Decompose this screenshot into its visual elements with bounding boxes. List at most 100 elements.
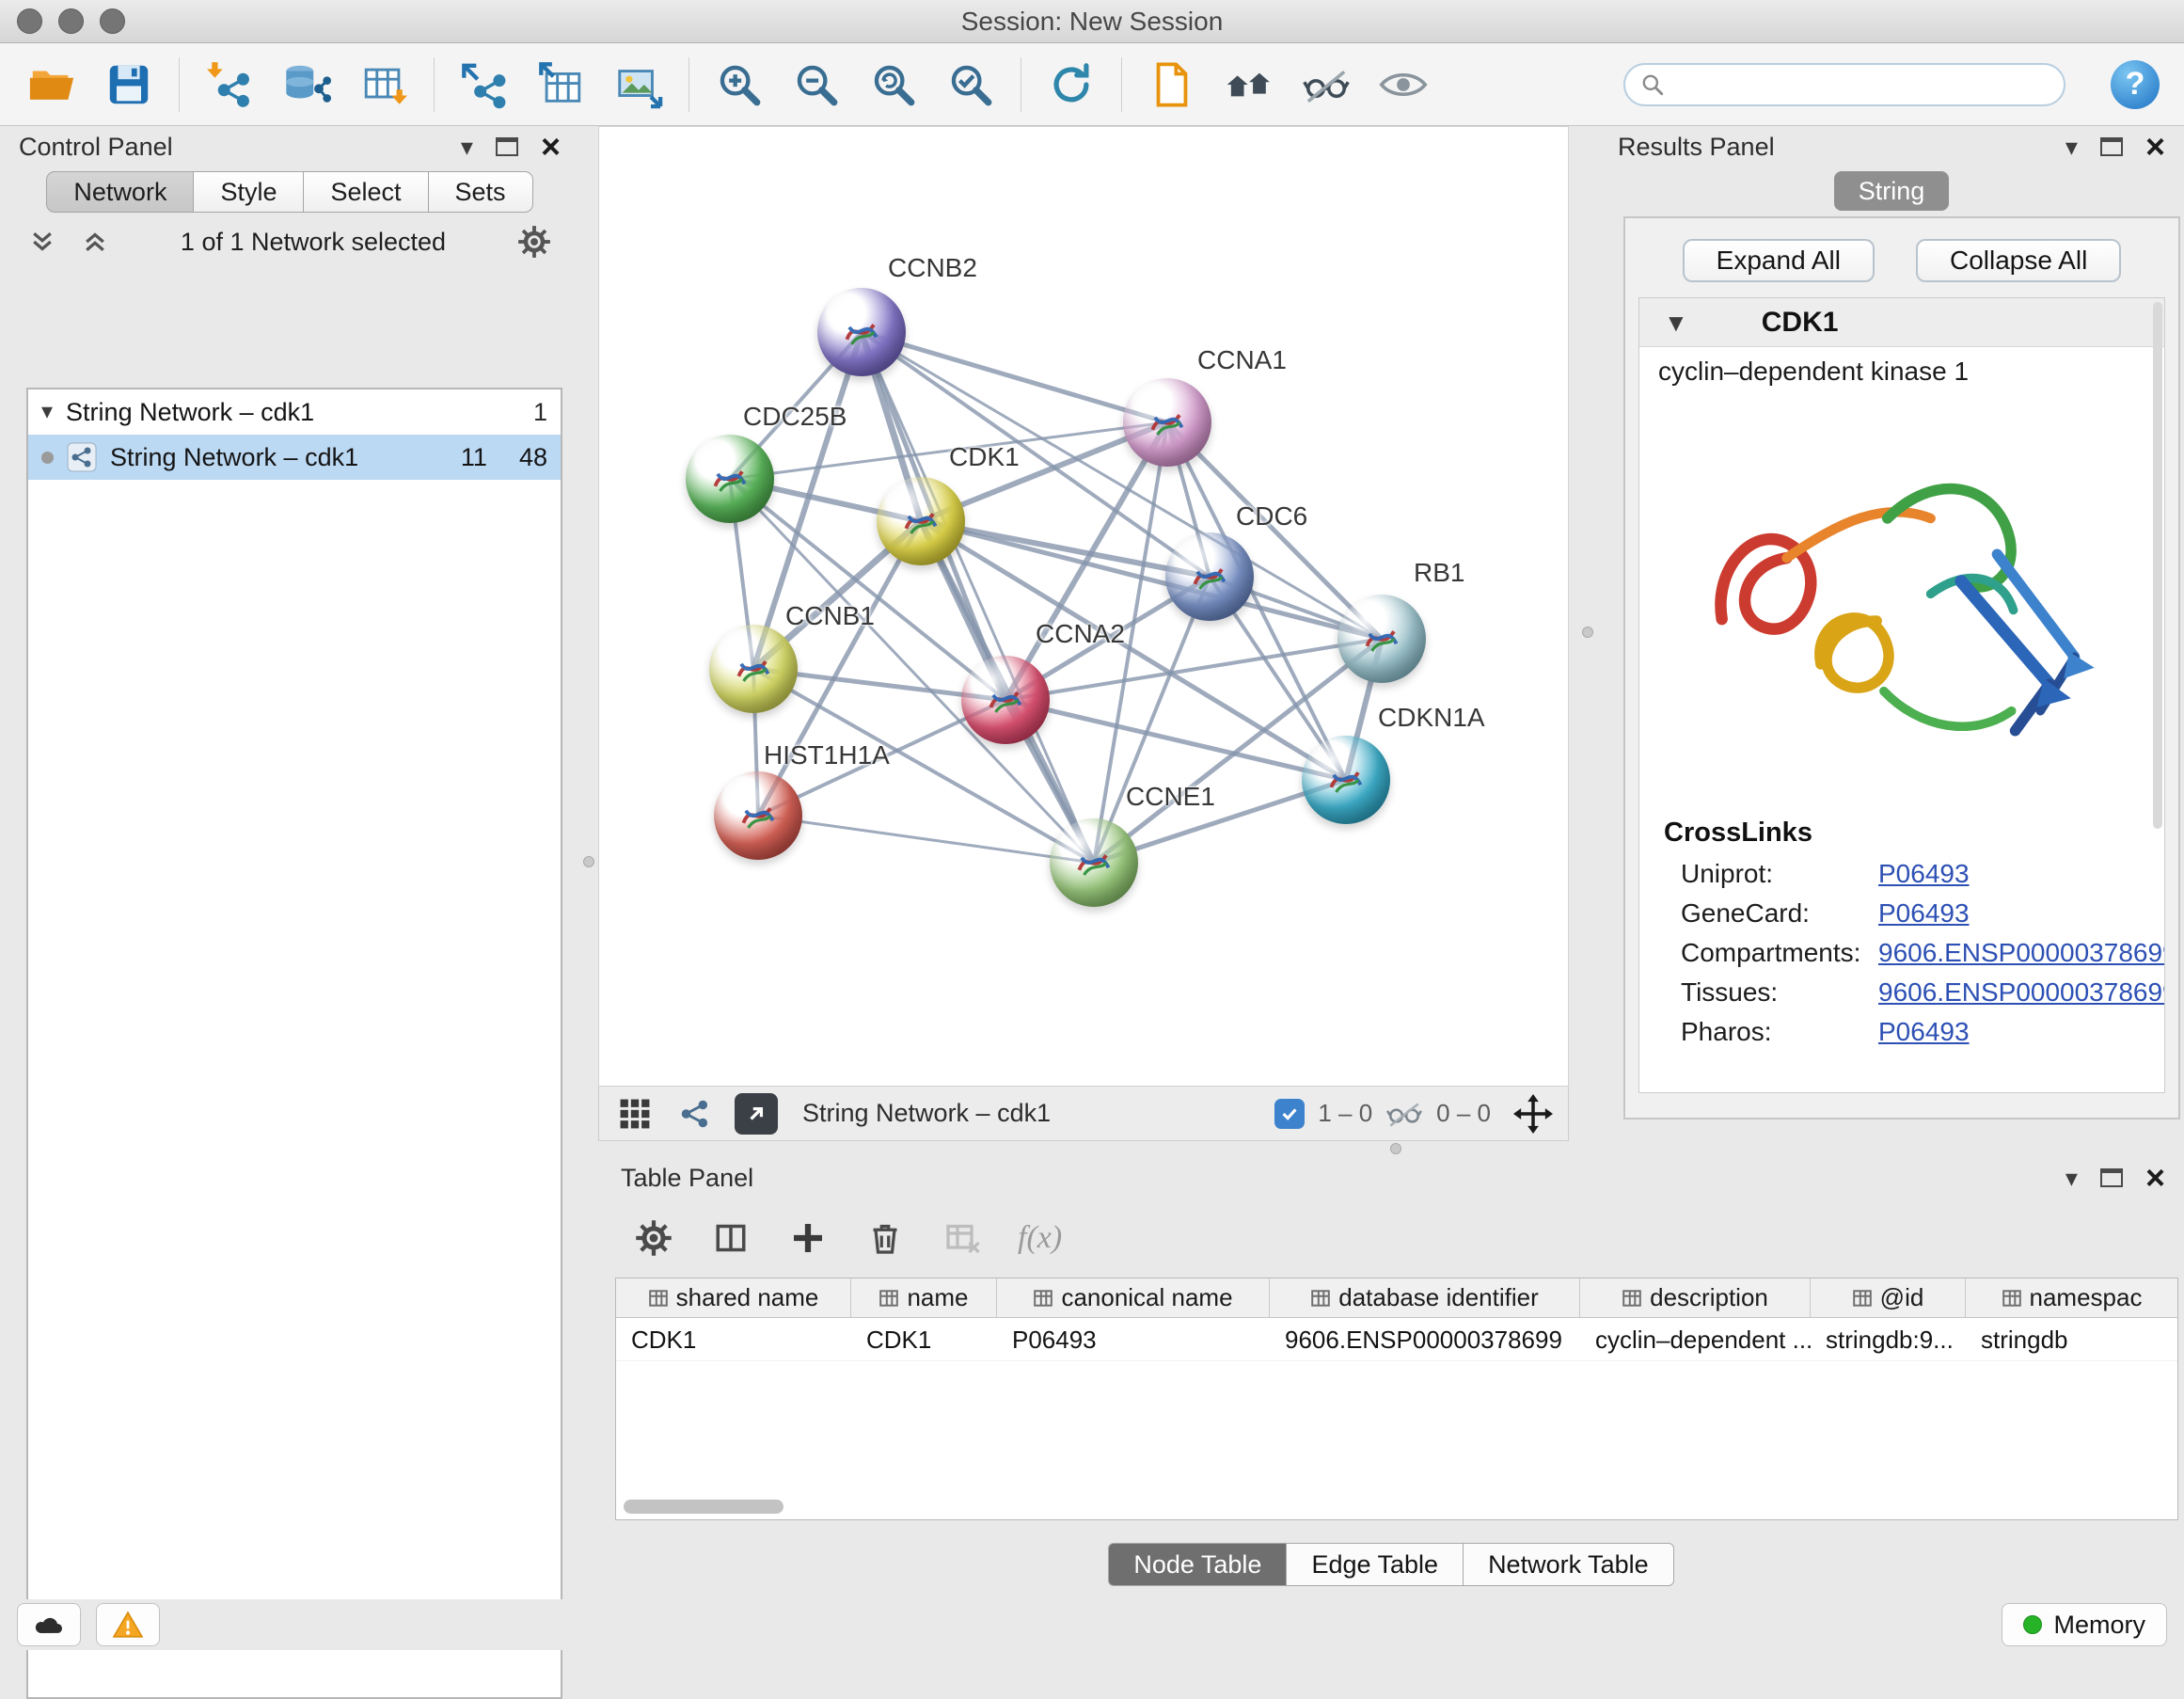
hidden-count: 0 – 0 xyxy=(1436,1099,1491,1128)
import-network-file-button[interactable] xyxy=(202,57,257,112)
horizontal-splitter-handle[interactable] xyxy=(1390,1143,1401,1154)
column-header-canonical-name[interactable]: canonical name xyxy=(997,1278,1270,1317)
save-session-button[interactable] xyxy=(102,57,156,112)
network-row[interactable]: String Network – cdk1 11 48 xyxy=(28,435,561,480)
network-node-CCNB1[interactable] xyxy=(709,625,798,713)
network-node-RB1[interactable] xyxy=(1337,595,1426,683)
refresh-view-button[interactable] xyxy=(1044,57,1099,112)
show-columns-button[interactable] xyxy=(709,1216,752,1260)
help-button[interactable]: ? xyxy=(2111,60,2160,109)
show-eye-button[interactable] xyxy=(1376,57,1431,112)
string-style-button[interactable] xyxy=(674,1093,716,1135)
tab-network-table[interactable]: Network Table xyxy=(1464,1543,1674,1586)
pan-crosshair-icon[interactable] xyxy=(1513,1094,1553,1134)
search-input[interactable] xyxy=(1674,70,2049,99)
delete-column-button[interactable] xyxy=(863,1216,907,1260)
import-table-button[interactable] xyxy=(356,57,411,112)
cloud-status-button[interactable] xyxy=(17,1603,81,1646)
close-window-button[interactable] xyxy=(17,8,42,34)
column-header-namespace[interactable]: namespac xyxy=(1966,1278,2177,1317)
protein-thumbnail xyxy=(981,675,1030,724)
zoom-fit-button[interactable] xyxy=(866,57,921,112)
hidden-glasses-icon[interactable] xyxy=(1385,1100,1423,1128)
control-panel-title: Control Panel xyxy=(19,133,173,162)
column-header-description[interactable]: description xyxy=(1580,1278,1811,1317)
export-table-icon xyxy=(537,60,586,109)
vertical-splitter-handle[interactable] xyxy=(1582,627,1593,638)
gene-expander-icon[interactable]: ▼ xyxy=(1664,310,1688,335)
annotation-document-button[interactable] xyxy=(1145,57,1199,112)
export-image-button[interactable] xyxy=(611,57,666,112)
network-node-HIST1H1A[interactable] xyxy=(714,771,802,860)
add-column-button[interactable] xyxy=(786,1216,830,1260)
zoom-selected-button[interactable] xyxy=(943,57,998,112)
warnings-button[interactable] xyxy=(96,1603,160,1646)
tab-string[interactable]: String xyxy=(1834,171,1950,211)
horizontal-scrollbar[interactable] xyxy=(624,1500,783,1514)
network-node-CDC25B[interactable] xyxy=(686,435,774,523)
zoom-out-button[interactable] xyxy=(789,57,844,112)
panel-menu-icon[interactable]: ▾ xyxy=(2065,1166,2078,1190)
function-builder-button[interactable]: f(x) xyxy=(1018,1220,1062,1256)
export-view-button[interactable] xyxy=(735,1093,778,1135)
tab-edge-table[interactable]: Edge Table xyxy=(1287,1543,1464,1586)
network-node-CCNB2[interactable] xyxy=(817,288,906,376)
import-network-database-button[interactable] xyxy=(279,57,334,112)
float-panel-icon[interactable] xyxy=(496,137,518,156)
network-node-CCNA1[interactable] xyxy=(1123,378,1211,467)
crosslink-uniprot-link[interactable]: P06493 xyxy=(1878,859,1970,889)
panel-menu-icon[interactable]: ▾ xyxy=(2065,135,2078,159)
column-header-name[interactable]: name xyxy=(851,1278,997,1317)
tab-node-table[interactable]: Node Table xyxy=(1108,1543,1287,1586)
tree-expander-icon[interactable]: ▾ xyxy=(41,401,53,423)
collapse-all-icon[interactable] xyxy=(28,228,56,256)
network-node-CDC6[interactable] xyxy=(1165,532,1254,621)
column-header-shared-name[interactable]: shared name xyxy=(616,1278,851,1317)
network-node-CCNA2[interactable] xyxy=(961,656,1050,744)
zoom-window-button[interactable] xyxy=(100,8,125,34)
table-row[interactable]: CDK1 CDK1 P06493 9606.ENSP00000378699 cy… xyxy=(616,1318,2177,1361)
table-panel-title: Table Panel xyxy=(621,1164,753,1193)
table-settings-button[interactable] xyxy=(632,1216,675,1260)
network-node-CDKN1A[interactable] xyxy=(1302,736,1390,824)
crosslink-tissues-link[interactable]: 9606.ENSP00000378699 xyxy=(1878,977,2164,1008)
results-scrollbar[interactable] xyxy=(2153,302,2162,829)
vertical-splitter-handle[interactable] xyxy=(583,856,594,867)
float-panel-icon[interactable] xyxy=(2100,137,2123,156)
close-panel-icon[interactable]: × xyxy=(2145,1165,2165,1192)
hide-glasses-button[interactable] xyxy=(1299,57,1353,112)
float-panel-icon[interactable] xyxy=(2100,1168,2123,1187)
minimize-window-button[interactable] xyxy=(58,8,84,34)
selected-checkbox-icon[interactable] xyxy=(1274,1099,1305,1129)
collapse-all-button[interactable]: Collapse All xyxy=(1916,239,2121,282)
crosslink-pharos-link[interactable]: P06493 xyxy=(1878,1017,1970,1047)
network-node-CDK1[interactable] xyxy=(877,477,965,565)
export-network-button[interactable] xyxy=(457,57,512,112)
column-header-id[interactable]: @id xyxy=(1811,1278,1966,1317)
memory-button[interactable]: Memory xyxy=(2002,1603,2167,1646)
tab-sets[interactable]: Sets xyxy=(429,171,533,213)
network-collection-row[interactable]: ▾ String Network – cdk1 1 xyxy=(28,389,561,435)
export-table-button[interactable] xyxy=(534,57,589,112)
expand-all-icon[interactable] xyxy=(81,228,109,256)
crosslink-genecard-link[interactable]: P06493 xyxy=(1878,898,1970,929)
birdseye-button[interactable] xyxy=(1222,57,1276,112)
network-selection-summary: 1 of 1 Network selected xyxy=(181,228,446,257)
birdseye-grid-button[interactable] xyxy=(614,1093,656,1135)
close-panel-icon[interactable]: × xyxy=(541,134,561,161)
panel-menu-icon[interactable]: ▾ xyxy=(461,135,473,159)
tab-network[interactable]: Network xyxy=(46,171,194,213)
tab-select[interactable]: Select xyxy=(304,171,428,213)
open-session-button[interactable] xyxy=(24,57,79,112)
network-canvas[interactable]: CCNB2CCNA1CDC25BCDK1CDC6RB1CCNB1CCNA2CDK… xyxy=(598,126,1569,1087)
close-panel-icon[interactable]: × xyxy=(2145,134,2165,161)
zoom-in-button[interactable] xyxy=(712,57,767,112)
column-header-database-identifier[interactable]: database identifier xyxy=(1270,1278,1580,1317)
gear-icon[interactable] xyxy=(517,225,551,259)
toolbar-separator xyxy=(179,57,180,112)
node-count: 11 xyxy=(461,443,487,472)
expand-all-button[interactable]: Expand All xyxy=(1683,239,1875,282)
tab-style[interactable]: Style xyxy=(194,171,304,213)
crosslink-compartments-link[interactable]: 9606.ENSP00000378699 xyxy=(1878,938,2164,968)
network-node-CCNE1[interactable] xyxy=(1050,818,1138,907)
